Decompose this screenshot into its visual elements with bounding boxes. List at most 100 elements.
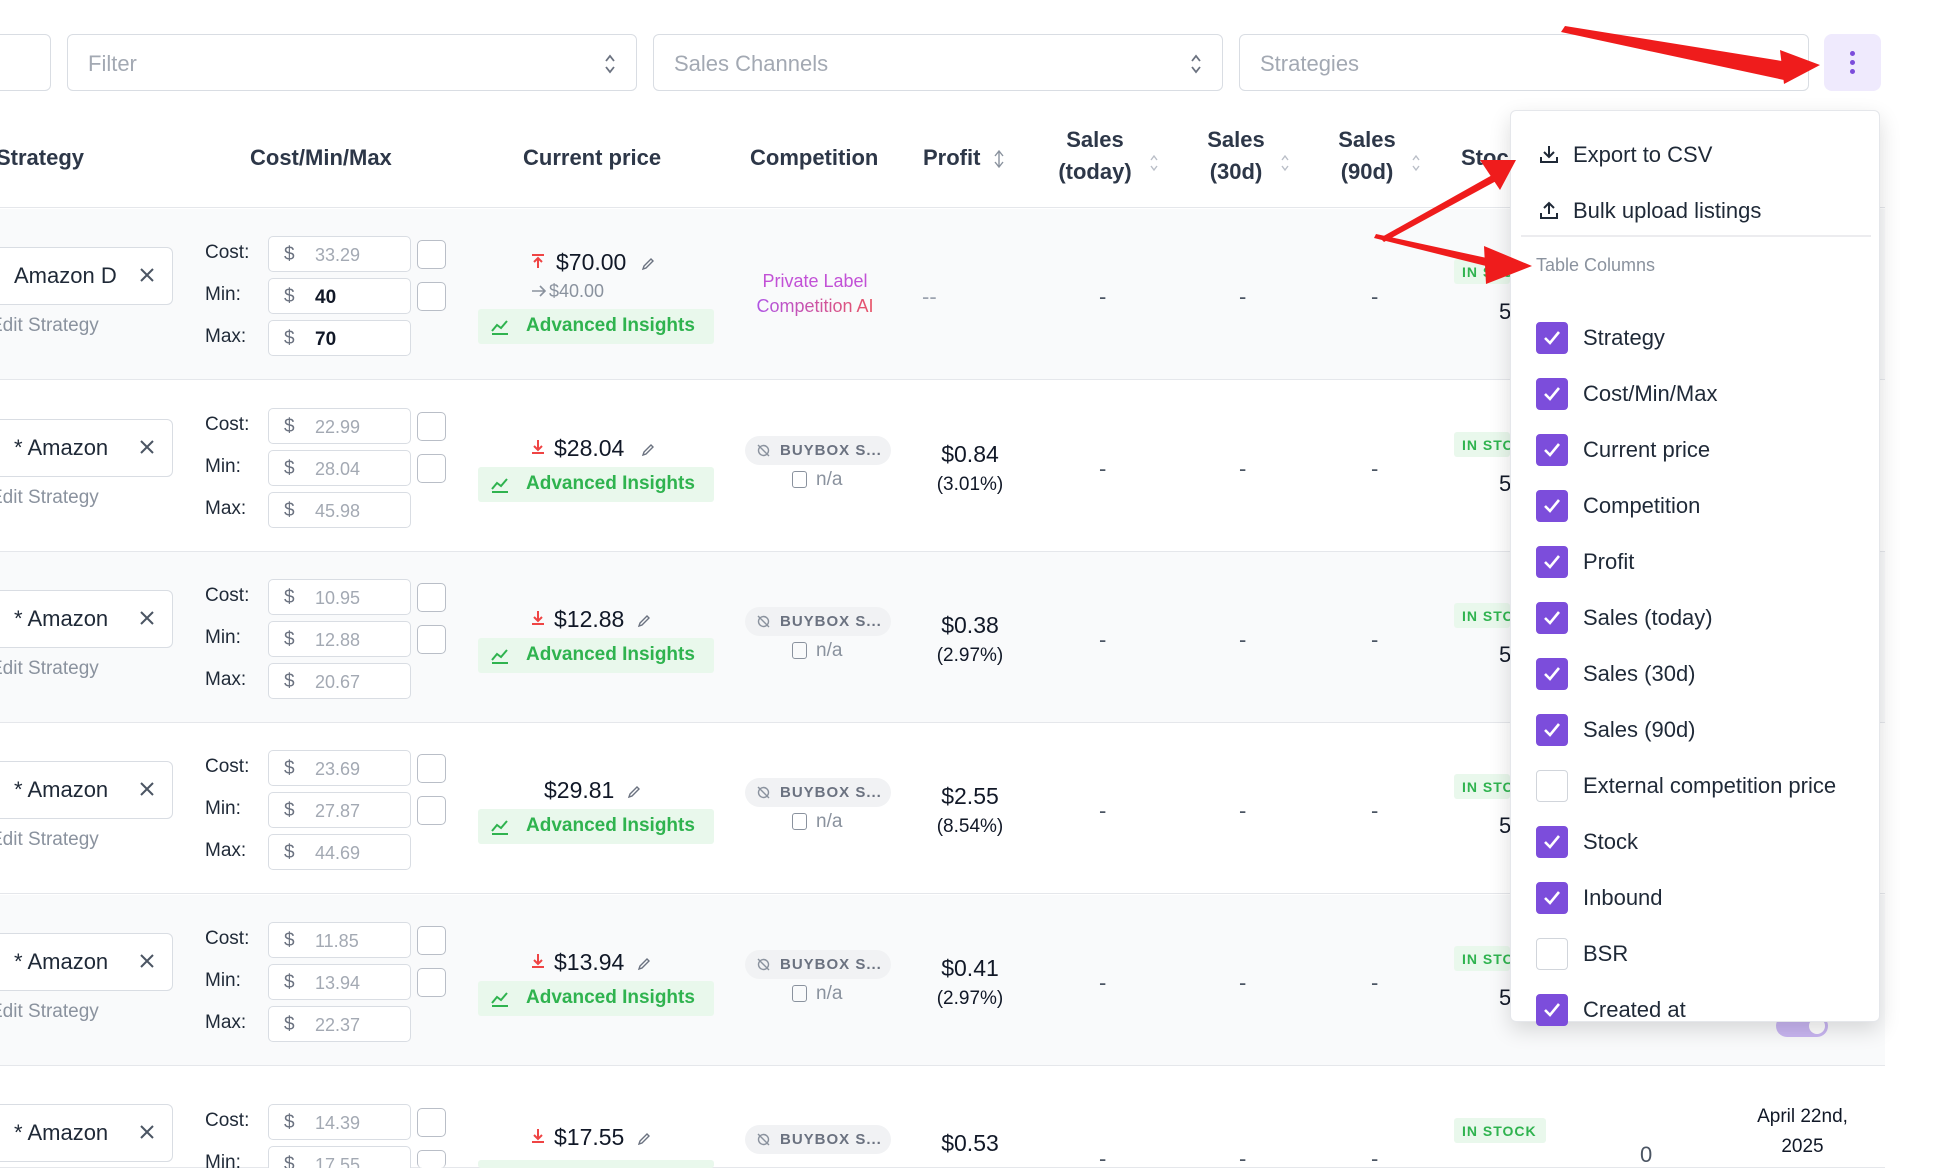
sort-icon[interactable] bbox=[1149, 154, 1159, 172]
advanced-insights-button[interactable]: Advanced Insights bbox=[478, 309, 714, 344]
close-icon[interactable] bbox=[138, 780, 156, 798]
strategy-select[interactable]: * Amazon bbox=[0, 761, 173, 819]
pencil-icon[interactable] bbox=[641, 443, 655, 457]
column-header-current-price[interactable]: Current price bbox=[523, 142, 661, 174]
truck-icon[interactable] bbox=[417, 926, 446, 955]
column-toggle[interactable]: Created at bbox=[1511, 988, 1881, 1032]
min-input[interactable]: $27.87 bbox=[268, 792, 411, 828]
pencil-icon[interactable] bbox=[637, 957, 651, 971]
current-price[interactable]: $13.94 bbox=[554, 949, 624, 976]
max-input[interactable]: $45.98 bbox=[268, 492, 411, 528]
edit-strategy-link[interactable]: Edit Strategy bbox=[0, 487, 99, 509]
column-header-stock[interactable]: Stoc bbox=[1461, 142, 1509, 174]
current-price[interactable]: $29.81 bbox=[544, 777, 614, 804]
sort-icon[interactable] bbox=[994, 150, 1004, 168]
advanced-insights-button[interactable]: Advanced Insights bbox=[478, 981, 714, 1016]
column-toggle[interactable]: Competition bbox=[1511, 484, 1881, 528]
private-label-competition-link[interactable]: Private Label Competition AI bbox=[740, 269, 890, 319]
sort-icon[interactable] bbox=[1280, 154, 1290, 172]
edit-strategy-link[interactable]: Edit Strategy bbox=[0, 315, 99, 337]
column-header-profit[interactable]: Profit bbox=[923, 142, 980, 174]
min-input[interactable]: $13.94 bbox=[268, 964, 411, 1000]
checkbox[interactable] bbox=[1536, 882, 1568, 914]
min-input[interactable]: $12.88 bbox=[268, 621, 411, 657]
checkbox[interactable] bbox=[1536, 994, 1568, 1026]
cost-input[interactable]: $22.99 bbox=[268, 408, 411, 444]
edit-strategy-link[interactable]: Edit Strategy bbox=[0, 658, 99, 680]
search-input[interactable] bbox=[0, 34, 51, 91]
column-toggle[interactable]: Sales (90d) bbox=[1511, 708, 1881, 752]
map-icon[interactable] bbox=[417, 282, 446, 311]
advanced-insights-button[interactable]: Advanced Insights bbox=[478, 809, 714, 844]
strategy-select[interactable]: * Amazon bbox=[0, 933, 173, 991]
cost-input[interactable]: $14.39 bbox=[268, 1104, 411, 1140]
max-input[interactable]: $70 bbox=[268, 320, 411, 356]
column-header-sales-90d[interactable]: Sales (90d) bbox=[1331, 124, 1403, 188]
pencil-icon[interactable] bbox=[627, 785, 641, 799]
close-icon[interactable] bbox=[138, 952, 156, 970]
column-toggle[interactable]: BSR bbox=[1511, 932, 1881, 976]
column-toggle[interactable]: Strategy bbox=[1511, 316, 1881, 360]
checkbox[interactable] bbox=[1536, 602, 1568, 634]
truck-icon[interactable] bbox=[417, 583, 446, 612]
column-header-competition[interactable]: Competition bbox=[750, 142, 878, 174]
close-icon[interactable] bbox=[138, 266, 156, 284]
checkbox[interactable] bbox=[1536, 714, 1568, 746]
advanced-insights-button[interactable]: Advanced Insights bbox=[478, 638, 714, 673]
advanced-insights-button[interactable] bbox=[478, 1160, 714, 1168]
bulk-upload-button[interactable]: Bulk upload listings bbox=[1511, 185, 1881, 235]
strategy-select[interactable]: Amazon D bbox=[0, 247, 173, 305]
strategies-select[interactable]: Strategies bbox=[1239, 34, 1809, 91]
checkbox[interactable] bbox=[1536, 770, 1568, 802]
more-options-button[interactable] bbox=[1824, 34, 1881, 91]
edit-strategy-link[interactable]: Edit Strategy bbox=[0, 1001, 99, 1023]
max-input[interactable]: $22.37 bbox=[268, 1006, 411, 1042]
column-toggle[interactable]: External competition price bbox=[1511, 764, 1881, 808]
filter-select[interactable]: Filter bbox=[67, 34, 637, 91]
max-input[interactable]: $44.69 bbox=[268, 834, 411, 870]
truck-icon[interactable] bbox=[417, 754, 446, 783]
checkbox[interactable] bbox=[1536, 434, 1568, 466]
pencil-icon[interactable] bbox=[637, 614, 651, 628]
column-toggle[interactable]: Sales (30d) bbox=[1511, 652, 1881, 696]
sort-icon[interactable] bbox=[1411, 154, 1421, 172]
map-icon[interactable] bbox=[417, 625, 446, 654]
column-toggle[interactable]: Inbound bbox=[1511, 876, 1881, 920]
strategy-select[interactable]: * Amazon bbox=[0, 419, 173, 477]
sales-channels-select[interactable]: Sales Channels bbox=[653, 34, 1223, 91]
column-toggle[interactable]: Sales (today) bbox=[1511, 596, 1881, 640]
close-icon[interactable] bbox=[138, 438, 156, 456]
column-header-sales-today[interactable]: Sales (today) bbox=[1053, 124, 1137, 188]
checkbox[interactable] bbox=[1536, 322, 1568, 354]
current-price[interactable]: $12.88 bbox=[554, 606, 624, 633]
cost-input[interactable]: $11.85 bbox=[268, 922, 411, 958]
max-input[interactable]: $20.67 bbox=[268, 663, 411, 699]
cost-input[interactable]: $23.69 bbox=[268, 750, 411, 786]
close-icon[interactable] bbox=[138, 1123, 156, 1141]
current-price[interactable]: $70.00 bbox=[556, 249, 626, 276]
current-price[interactable]: $28.04 bbox=[554, 435, 624, 462]
cost-input[interactable]: $10.95 bbox=[268, 579, 411, 615]
truck-icon[interactable] bbox=[417, 1108, 446, 1137]
min-input[interactable]: $17.55 bbox=[268, 1146, 411, 1168]
pencil-icon[interactable] bbox=[641, 257, 655, 271]
column-toggle[interactable]: Current price bbox=[1511, 428, 1881, 472]
truck-icon[interactable] bbox=[417, 412, 446, 441]
min-input[interactable]: $40 bbox=[268, 278, 411, 314]
map-icon[interactable] bbox=[417, 454, 446, 483]
column-header-sales-30d[interactable]: Sales (30d) bbox=[1200, 124, 1272, 188]
truck-icon[interactable] bbox=[417, 240, 446, 269]
column-toggle[interactable]: Cost/Min/Max bbox=[1511, 372, 1881, 416]
export-csv-button[interactable]: Export to CSV bbox=[1511, 129, 1881, 179]
strategy-select[interactable]: * Amazon bbox=[0, 590, 173, 648]
column-header-strategy[interactable]: Strategy bbox=[0, 142, 84, 174]
min-input[interactable]: $28.04 bbox=[268, 450, 411, 486]
cost-input[interactable]: $33.29 bbox=[268, 236, 411, 272]
close-icon[interactable] bbox=[138, 609, 156, 627]
checkbox[interactable] bbox=[1536, 658, 1568, 690]
pencil-icon[interactable] bbox=[637, 1132, 651, 1146]
advanced-insights-button[interactable]: Advanced Insights bbox=[478, 467, 714, 502]
map-icon[interactable] bbox=[417, 968, 446, 997]
current-price[interactable]: $17.55 bbox=[554, 1124, 624, 1151]
map-icon[interactable] bbox=[417, 1150, 446, 1168]
